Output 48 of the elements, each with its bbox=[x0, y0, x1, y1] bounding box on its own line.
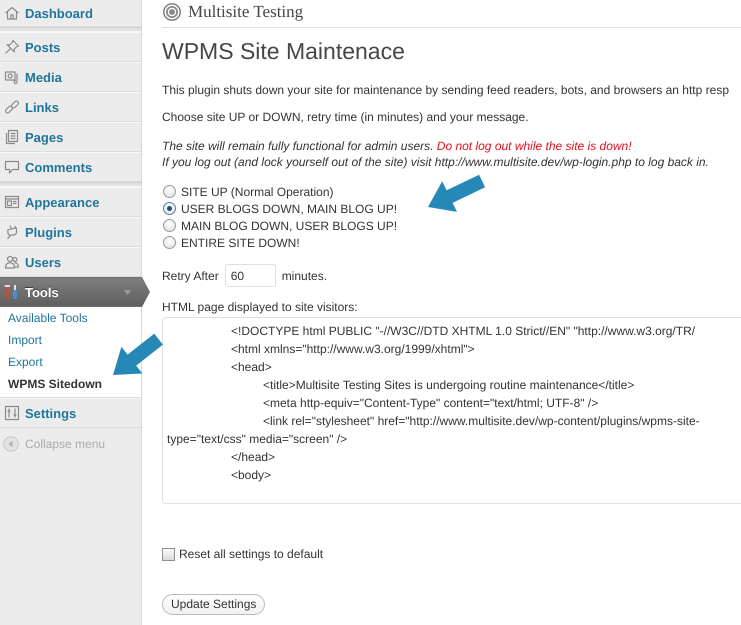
submenu-item[interactable]: WPMS Sitedown bbox=[8, 373, 102, 395]
menu-item[interactable]: Settings bbox=[0, 398, 141, 428]
page-title: WPMS Site Maintenace bbox=[162, 37, 406, 65]
tools-icon bbox=[4, 284, 20, 300]
radio-label: USER BLOGS DOWN, MAIN BLOG UP! bbox=[181, 200, 398, 216]
admin-notice: The site will remain fully functional for admin users. Do not log out while the site is down! bbox=[162, 138, 633, 154]
menu-item[interactable]: Links bbox=[0, 92, 141, 122]
pushpin-icon bbox=[4, 39, 20, 55]
chain-link-icon bbox=[4, 99, 20, 115]
menu-item[interactable]: Media bbox=[0, 62, 141, 92]
plug-icon bbox=[4, 224, 20, 240]
update-settings-button[interactable]: Update Settings bbox=[162, 594, 266, 615]
annotation-arrow bbox=[428, 174, 486, 212]
annotation-arrow bbox=[113, 334, 163, 375]
people-icon bbox=[4, 254, 20, 270]
layout-icon bbox=[4, 194, 20, 210]
frame-and-note-icon bbox=[4, 69, 20, 85]
menu-item[interactable]: Posts bbox=[0, 32, 141, 62]
description-text: Choose site UP or DOWN, retry time (in minutes) and your message. bbox=[162, 109, 530, 125]
menu-item[interactable]: Pages bbox=[0, 122, 141, 152]
menu-item[interactable]: Tools bbox=[0, 277, 150, 307]
documents-icon bbox=[4, 129, 20, 145]
radio-label: ENTIRE SITE DOWN! bbox=[181, 234, 300, 250]
radio-button[interactable] bbox=[163, 185, 176, 198]
settings-icon bbox=[4, 405, 20, 421]
message-label: HTML page displayed to site visitors: bbox=[162, 299, 359, 315]
login-hint: If you log out (and lock yourself out of the site) visit http://www.multisite.dev/wp-login.php to log back in. bbox=[162, 154, 710, 170]
submenu-item[interactable]: Import bbox=[8, 329, 42, 351]
radio-button[interactable] bbox=[163, 202, 176, 215]
retry-unit: minutes. bbox=[282, 268, 328, 282]
radio-button[interactable] bbox=[163, 219, 176, 232]
submenu-item[interactable]: Available Tools bbox=[8, 307, 88, 329]
menu-item[interactable]: Plugins bbox=[0, 217, 141, 247]
checkbox[interactable] bbox=[162, 548, 175, 560]
retry-input[interactable]: 60 bbox=[224, 264, 276, 287]
site-logo-icon bbox=[163, 2, 181, 20]
submenu-item[interactable]: Export bbox=[8, 351, 43, 373]
html-textarea[interactable]: <!DOCTYPE html PUBLIC "-//W3C//DTD XHTML 1.0 Strict//EN" "http://www.w3.org/TR/ <html xmlns="http://www.w3.org/1999/xhtml"> <head> <title>Multisite Testing Sites is undergoing routine maintenance</title> <meta http-equiv="Content-Type" content="text/html; UTF-8" /> <link rel="stylesheet" href="http://www.multisite.dev/wp-content/plugins/wpms-site- type="text/css" media="screen" /> </head> <body> bbox=[162, 317, 741, 504]
radio-button[interactable] bbox=[163, 236, 176, 249]
house-icon bbox=[4, 5, 20, 21]
radio-label: MAIN BLOG DOWN, USER BLOGS UP! bbox=[181, 218, 398, 234]
speech-bubble-icon bbox=[4, 159, 20, 175]
description-text: This plugin shuts down your site for maintenance by sending feed readers, bots, and browsers an http resp bbox=[162, 82, 730, 98]
menu-item[interactable]: Appearance bbox=[0, 187, 141, 217]
retry-label: Retry After bbox=[162, 268, 219, 282]
checkbox-label: Reset all settings to default bbox=[179, 546, 324, 562]
radio-label: SITE UP (Normal Operation) bbox=[181, 184, 334, 200]
site-title: Multisite Testing bbox=[188, 2, 304, 22]
